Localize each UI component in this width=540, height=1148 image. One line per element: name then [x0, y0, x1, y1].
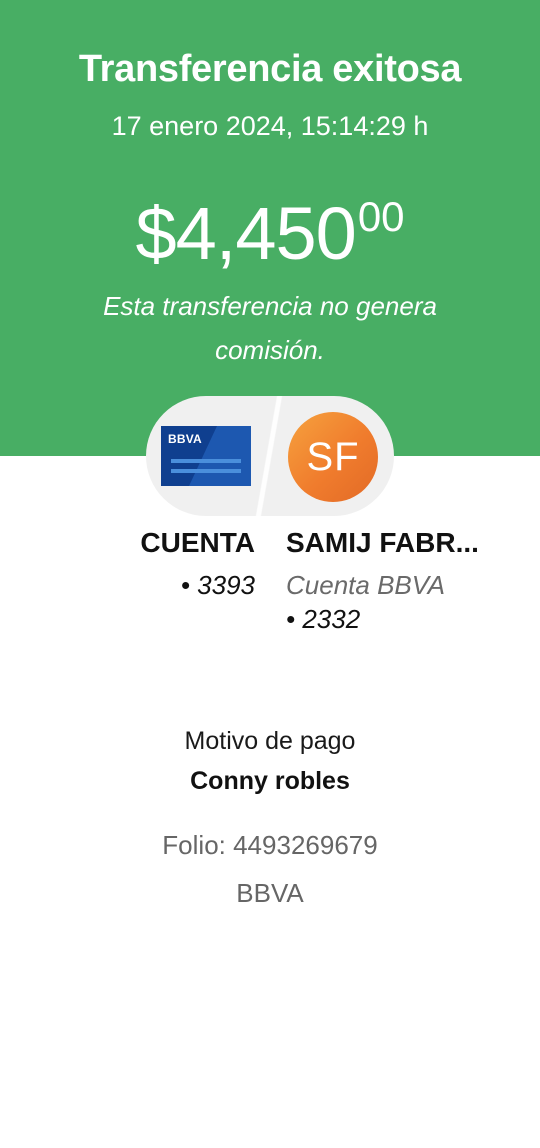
- pill-divider: [254, 396, 284, 516]
- payment-reason-value: Conny robles: [190, 767, 350, 795]
- transfer-amount: $4,45000: [0, 191, 540, 276]
- recipient-avatar: SF: [288, 412, 378, 502]
- recipient-name: SAMIJ FABR...: [286, 527, 479, 558]
- card-brand-label: BBVA: [168, 432, 202, 446]
- card-line: [171, 469, 241, 473]
- card-line: [171, 459, 241, 463]
- amount-main: $4,450: [135, 192, 356, 275]
- page-title: Transferencia exitosa: [78, 48, 462, 90]
- from-account-name: CUENTA: [140, 527, 255, 558]
- transfer-receipt-screen: Transferencia exitosa 17 enero 2024, 15:…: [0, 0, 540, 1148]
- bbva-card-icon: BBVA: [161, 426, 251, 486]
- bank-name: BBVA: [236, 878, 304, 908]
- transfer-datetime: 17 enero 2024, 15:14:29 h: [111, 111, 429, 141]
- recipient-account-number: • 2332: [286, 604, 361, 634]
- recipient-bank: Cuenta BBVA: [286, 570, 445, 600]
- folio-number: Folio: 4493269679: [162, 830, 378, 860]
- amount-cents: 00: [357, 193, 405, 240]
- payment-reason-label: Motivo de pago: [184, 727, 356, 755]
- from-account-number: • 3393: [180, 570, 255, 600]
- fee-note: Esta transferencia no genera comisión.: [103, 291, 437, 365]
